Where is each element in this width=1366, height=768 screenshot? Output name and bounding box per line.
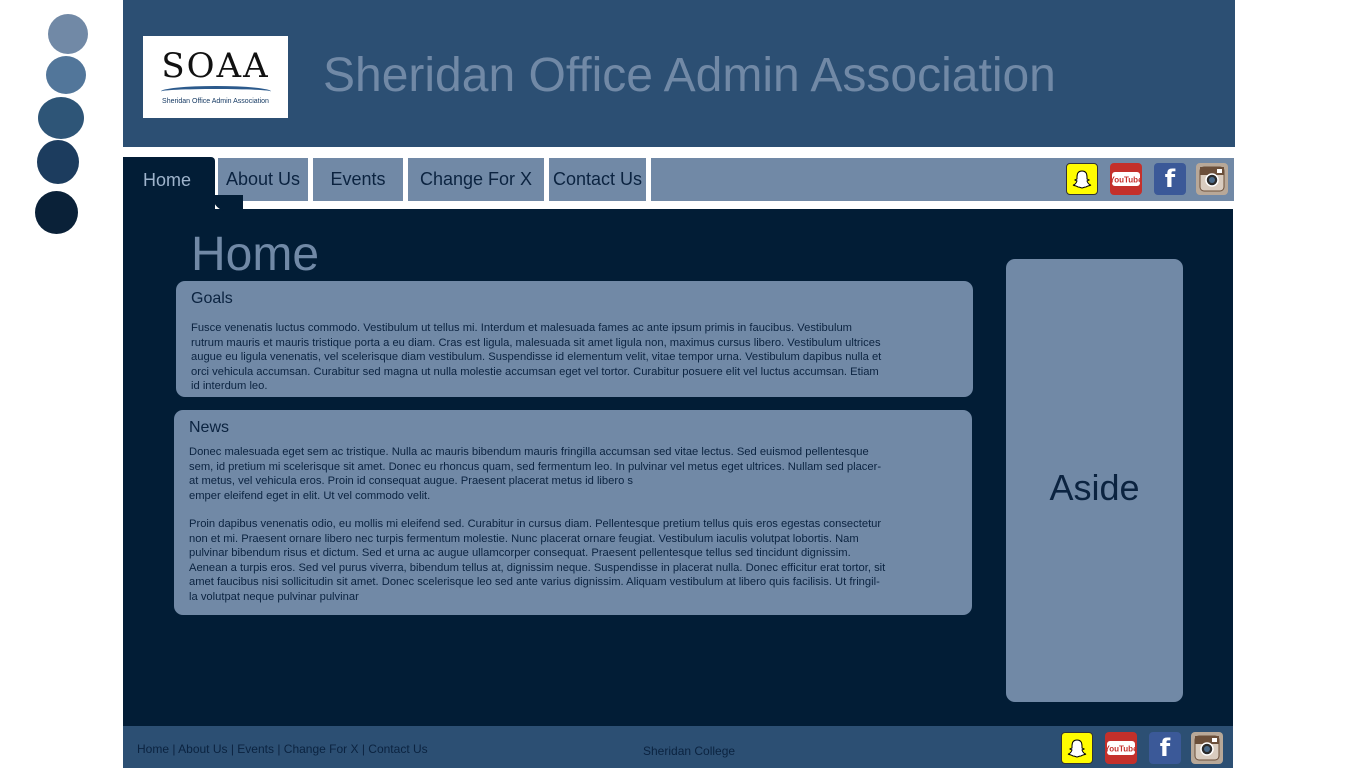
color-swatch xyxy=(46,56,86,94)
page: SOAA Sheridan Office Admin Association S… xyxy=(0,0,1366,768)
footer-separator: | xyxy=(227,742,238,756)
footer-college: Sheridan College xyxy=(643,744,736,758)
nav-item-events[interactable]: Events xyxy=(313,158,403,201)
youtube-text: YouTube xyxy=(1107,745,1135,754)
news-title: News xyxy=(189,419,230,436)
footer-link-home[interactable]: Home xyxy=(137,742,169,756)
page-title: Home xyxy=(191,228,320,281)
nav-item-label: Home xyxy=(143,170,192,190)
text-line: Proin dapibus venenatis odio, eu mollis … xyxy=(189,518,882,530)
footer-link-about-us[interactable]: About Us xyxy=(178,742,227,756)
text-line: non et mi. Praesent ornare libero nec tu… xyxy=(189,532,859,545)
nav-item-home[interactable]: Home xyxy=(123,157,215,209)
site-title: Sheridan Office Admin Association xyxy=(323,49,1056,102)
goals-panel: Goals Fusce venenatis luctus commodo. Ve… xyxy=(176,281,973,397)
text-line: sem, id pretium mi scelerisque sit amet.… xyxy=(189,460,882,473)
site-logo[interactable]: SOAA Sheridan Office Admin Association xyxy=(143,36,288,118)
text-line: id interdum leo. xyxy=(191,380,268,392)
facebook-icon[interactable]: f xyxy=(1154,163,1186,195)
footer-link-events[interactable]: Events xyxy=(237,742,274,756)
text-line: Fusce venenatis luctus commodo. Vestibul… xyxy=(191,322,852,334)
text-line: amet faucibus nisi sollicitudin sit amet… xyxy=(189,576,880,588)
site-footer: Home | About Us | Events | Change For X … xyxy=(123,726,1233,768)
youtube-icon[interactable]: YouTube xyxy=(1110,163,1142,195)
logo-subtext: Sheridan Office Admin Association xyxy=(162,98,269,105)
footer-separator: | xyxy=(169,742,179,756)
goals-title: Goals xyxy=(191,290,233,307)
footer-separator: | xyxy=(358,742,369,756)
news-panel: News Donec malesuada eget sem ac tristiq… xyxy=(174,410,972,615)
text-line: at metus, vel vehicula eros. Proin id co… xyxy=(189,475,634,487)
color-swatch xyxy=(48,14,88,54)
text-line: la volutpat neque pulvinar pulvinar xyxy=(189,590,359,603)
footer-separator: | xyxy=(273,742,284,756)
youtube-icon[interactable]: YouTube xyxy=(1105,732,1137,764)
nav-bar-fill xyxy=(651,158,1234,201)
text-line: augue eu ligula venenatis, vel scelerisq… xyxy=(191,351,882,363)
main-nav: Home About Us Events Change For X Contac… xyxy=(123,157,1235,209)
nav-item-change-for-x[interactable]: Change For X xyxy=(408,158,544,201)
instagram-icon[interactable] xyxy=(1191,732,1223,764)
color-swatch xyxy=(37,140,79,184)
main-content: Home Goals Fusce venenatis luctus commod… xyxy=(123,209,1233,726)
news-paragraph-1: Donec malesuada eget sem ac tristique. N… xyxy=(189,445,881,503)
text-line: orci vehicula accumsan. Curabitur sed ma… xyxy=(191,365,879,378)
site-header: SOAA Sheridan Office Admin Association S… xyxy=(123,0,1235,147)
text-line: Donec malesuada eget sem ac tristique. N… xyxy=(189,446,869,458)
logo-mark: SOAA xyxy=(161,46,270,86)
color-swatch xyxy=(35,191,78,234)
text-line: Aenean a turpis eros. Sed vel purus vive… xyxy=(189,561,886,574)
footer-link-contact-us[interactable]: Contact Us xyxy=(368,742,427,756)
facebook-icon[interactable]: f xyxy=(1149,732,1181,764)
text-line: pulvinar bibendum risus et dictum. Sed e… xyxy=(189,547,851,559)
instagram-icon[interactable] xyxy=(1196,163,1228,195)
goals-text: Fusce venenatis luctus commodo. Vestibul… xyxy=(191,321,881,394)
aside-label: Aside xyxy=(1049,467,1140,508)
color-swatch xyxy=(38,97,84,139)
footer-link-change-for-x[interactable]: Change For X xyxy=(284,742,359,756)
snapchat-icon[interactable] xyxy=(1066,163,1098,195)
footer-links: Home | About Us | Events | Change For X … xyxy=(137,742,428,756)
snapchat-icon[interactable] xyxy=(1061,732,1093,764)
aside-panel: Aside xyxy=(1006,259,1183,702)
logo-swoosh xyxy=(161,86,271,97)
text-line: rutrum mauris et mauris tristique porta … xyxy=(191,336,881,349)
nav-item-contact-us[interactable]: Contact Us xyxy=(549,158,646,201)
text-line: emper eleifend eget in elit. Ut vel comm… xyxy=(189,489,431,502)
news-paragraph-2: Proin dapibus venenatis odio, eu mollis … xyxy=(189,517,885,604)
youtube-text: YouTube xyxy=(1112,176,1140,185)
